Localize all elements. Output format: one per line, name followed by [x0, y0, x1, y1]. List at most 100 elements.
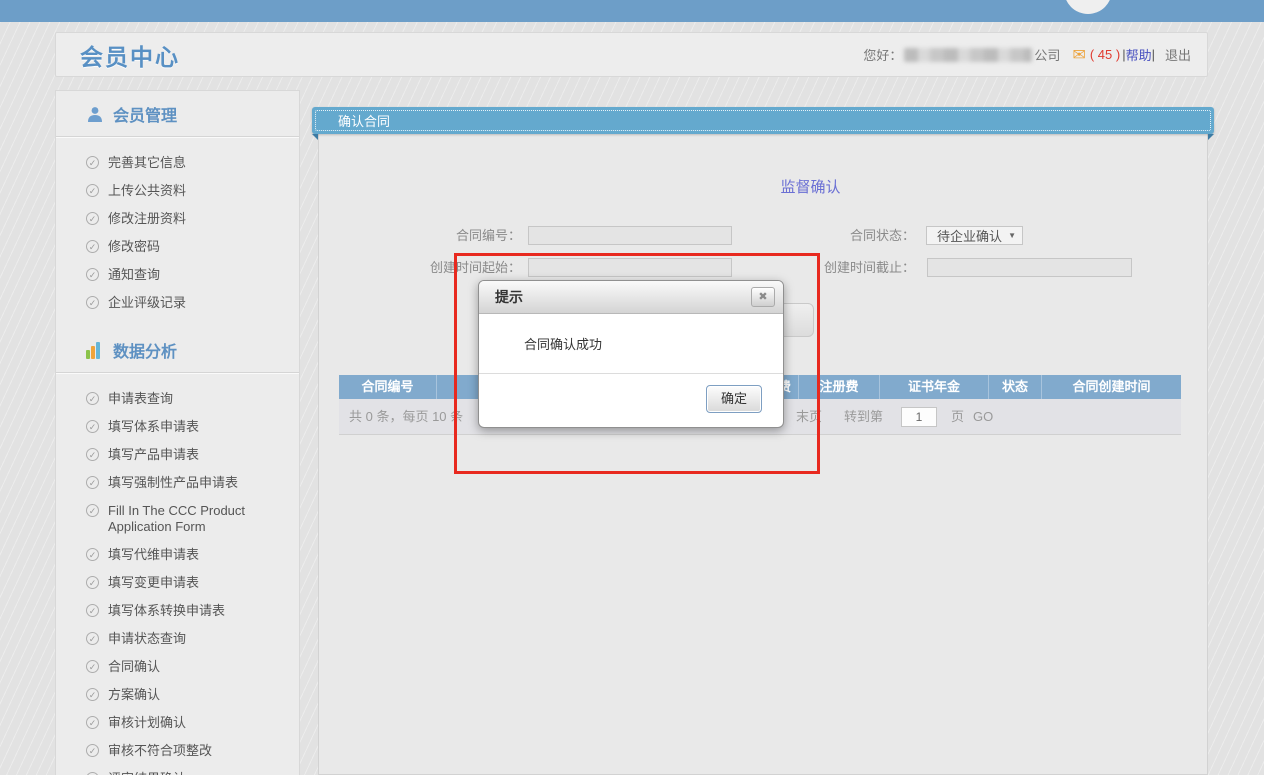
- sidebar-item-label: 上传公共资料: [108, 183, 186, 198]
- sidebar-item-audit-plan-confirm[interactable]: ✓ 审核计划确认: [56, 709, 299, 737]
- ribbon-inner: 确认合同: [315, 110, 1211, 131]
- go-button[interactable]: GO: [973, 399, 993, 435]
- sidebar-item-label: 合同确认: [108, 659, 160, 674]
- check-circle-icon: ✓: [86, 632, 99, 645]
- greeting-suffix: 公司: [1034, 45, 1060, 64]
- check-circle-icon: ✓: [86, 576, 99, 589]
- last-page-link[interactable]: 末页: [796, 399, 822, 435]
- header: 会员中心 您好： 公司 ✉ ( 45 ) | 帮助 | 退出: [55, 32, 1208, 77]
- sidebar-item-edit-registration[interactable]: ✓ 修改注册资料: [56, 205, 299, 233]
- sidebar-item-application-query[interactable]: ✓申请表查询: [56, 385, 299, 413]
- sidebar-item-label: 通知查询: [108, 267, 160, 282]
- user-icon: [86, 105, 104, 123]
- col-contract-create-time: 合同创建时间: [1041, 375, 1181, 399]
- mail-count-badge[interactable]: ( 45 ): [1090, 47, 1120, 62]
- ribbon-fold-left: [312, 134, 318, 140]
- top-bar: [0, 0, 1264, 22]
- bar-chart-icon: [86, 341, 104, 359]
- sidebar-item-label: 审核计划确认: [108, 715, 186, 730]
- contract-status-label: 合同状态：: [785, 227, 915, 245]
- create-start-input[interactable]: [528, 258, 732, 277]
- sidebar-item-change-password[interactable]: ✓修改密码: [56, 233, 299, 261]
- sidebar: 会员管理 ✓完善其它信息 ✓上传公共资料 ✓修改注册资料 ✓修改密码 ✓通知查询…: [55, 90, 300, 775]
- main-content-panel: 监督确认 合同编号： 合同状态： 待企业确认 ▼ 创建时间起始： 创建时间截止：…: [318, 133, 1208, 775]
- redacted-company-name: [904, 48, 1032, 62]
- sidebar-menu-member: ✓完善其它信息 ✓ 上传公共资料 ✓ 修改注册资料 ✓修改密码 ✓ 通知查询 ✓ 企业评…: [56, 137, 299, 327]
- sidebar-item-notification-query[interactable]: ✓ 通知查询: [56, 261, 299, 289]
- goto-page-label: 转到第: [844, 399, 883, 435]
- sidebar-item-label: 评审结果确认: [108, 771, 186, 775]
- separator-pipe: |: [1152, 47, 1155, 62]
- alert-dialog: 提示 ✖ 合同确认成功 确定: [478, 280, 784, 428]
- sidebar-section-title: 会员管理: [113, 102, 177, 126]
- sidebar-item-contract-confirm[interactable]: ✓ 合同确认: [56, 653, 299, 681]
- check-circle-icon: ✓: [86, 604, 99, 617]
- sidebar-item-label: 填写产品申请表: [108, 447, 199, 462]
- dialog-message: 合同确认成功: [479, 314, 783, 373]
- ok-button[interactable]: 确定: [706, 385, 762, 413]
- sidebar-item-label: 填写变更申请表: [108, 575, 199, 590]
- col-status: 状态: [988, 375, 1041, 399]
- sidebar-item-label: 修改注册资料: [108, 211, 186, 226]
- sidebar-item-upload-public-docs[interactable]: ✓ 上传公共资料: [56, 177, 299, 205]
- sidebar-item-enterprise-rating[interactable]: ✓ 企业评级记录: [56, 289, 299, 317]
- sidebar-item-application-status-query[interactable]: ✓申请状态查询: [56, 625, 299, 653]
- topbar-circle-decoration: [1064, 0, 1112, 14]
- sidebar-item-label: 填写体系申请表: [108, 419, 199, 434]
- sidebar-item-system-conversion-application[interactable]: ✓填写体系转换申请表: [56, 597, 299, 625]
- sidebar-item-system-application[interactable]: ✓ 填写体系申请表: [56, 413, 299, 441]
- check-circle-icon: ✓: [86, 184, 99, 197]
- check-circle-icon: ✓: [86, 268, 99, 281]
- logout-link[interactable]: 退出: [1165, 45, 1191, 64]
- sidebar-item-label: Fill In The CCC Product Application Form: [108, 503, 245, 534]
- sidebar-item-compulsory-product-application[interactable]: ✓ 填写强制性产品申请表: [56, 469, 299, 497]
- sidebar-item-plan-confirm[interactable]: ✓ 方案确认: [56, 681, 299, 709]
- check-circle-icon: ✓: [86, 212, 99, 225]
- dialog-title: 提示: [495, 287, 523, 307]
- sidebar-item-review-result-confirm[interactable]: ✓评审结果确认: [56, 765, 299, 775]
- check-circle-icon: ✓: [86, 688, 99, 701]
- sidebar-item-label: 完善其它信息: [108, 155, 186, 170]
- sidebar-item-ccc-application-form[interactable]: ✓ Fill In The CCC Product Application For…: [56, 497, 299, 541]
- contract-status-select[interactable]: 待企业确认 ▼: [926, 226, 1023, 245]
- close-icon[interactable]: ✖: [751, 287, 775, 307]
- contract-no-input[interactable]: [528, 226, 732, 245]
- sidebar-section-data-analysis: 数据分析: [56, 327, 299, 373]
- pagination-summary: 共 0 条，每页 10 条: [349, 399, 463, 435]
- help-link[interactable]: 帮助: [1126, 45, 1152, 64]
- sidebar-item-label: 填写强制性产品申请表: [108, 475, 238, 490]
- dialog-footer: 确定: [479, 373, 783, 427]
- check-circle-icon: ✓: [86, 504, 99, 517]
- check-circle-icon: ✓: [86, 716, 99, 729]
- sidebar-item-change-application[interactable]: ✓ 填写变更申请表: [56, 569, 299, 597]
- dialog-titlebar: 提示 ✖: [479, 281, 783, 314]
- create-end-label: 创建时间截止：: [785, 259, 915, 277]
- sidebar-menu-data: ✓申请表查询 ✓填写体系申请表 ✓填写产品申请表 ✓填写强制性产品申请表 ✓Fi…: [56, 373, 299, 775]
- section-title: 监督确认: [414, 176, 1207, 197]
- mail-icon[interactable]: ✉: [1072, 45, 1085, 65]
- page-number-input[interactable]: [901, 407, 937, 427]
- check-circle-icon: ✓: [86, 660, 99, 673]
- selected-status: 待企业确认: [937, 226, 1002, 245]
- check-circle-icon: ✓: [86, 392, 99, 405]
- greeting-prefix: 您好：: [863, 45, 902, 64]
- sidebar-item-nonconformity-rectification[interactable]: ✓审核不符合项整改: [56, 737, 299, 765]
- col-certificate-annuity: 证书年金: [879, 375, 988, 399]
- check-circle-icon: ✓: [86, 420, 99, 433]
- sidebar-item-label: 方案确认: [108, 687, 160, 702]
- sidebar-item-label: 审核不符合项整改: [108, 743, 212, 758]
- sidebar-item-label: 企业评级记录: [108, 295, 186, 310]
- create-end-input[interactable]: [927, 258, 1132, 277]
- sidebar-item-complete-other-info[interactable]: ✓完善其它信息: [56, 149, 299, 177]
- sidebar-item-label: 填写代维申请表: [108, 547, 199, 562]
- col-registration-fee: 注册费: [798, 375, 879, 399]
- sidebar-item-daiwei-application[interactable]: ✓ 填写代维申请表: [56, 541, 299, 569]
- sidebar-item-product-application[interactable]: ✓填写产品申请表: [56, 441, 299, 469]
- ribbon-fold-right: [1208, 134, 1214, 140]
- check-circle-icon: ✓: [86, 476, 99, 489]
- check-circle-icon: ✓: [86, 548, 99, 561]
- app-logo: 会员中心: [80, 38, 180, 72]
- page-header-ribbon: 确认合同: [312, 107, 1214, 134]
- check-circle-icon: ✓: [86, 296, 99, 309]
- col-contract-no: 合同编号: [339, 375, 436, 399]
